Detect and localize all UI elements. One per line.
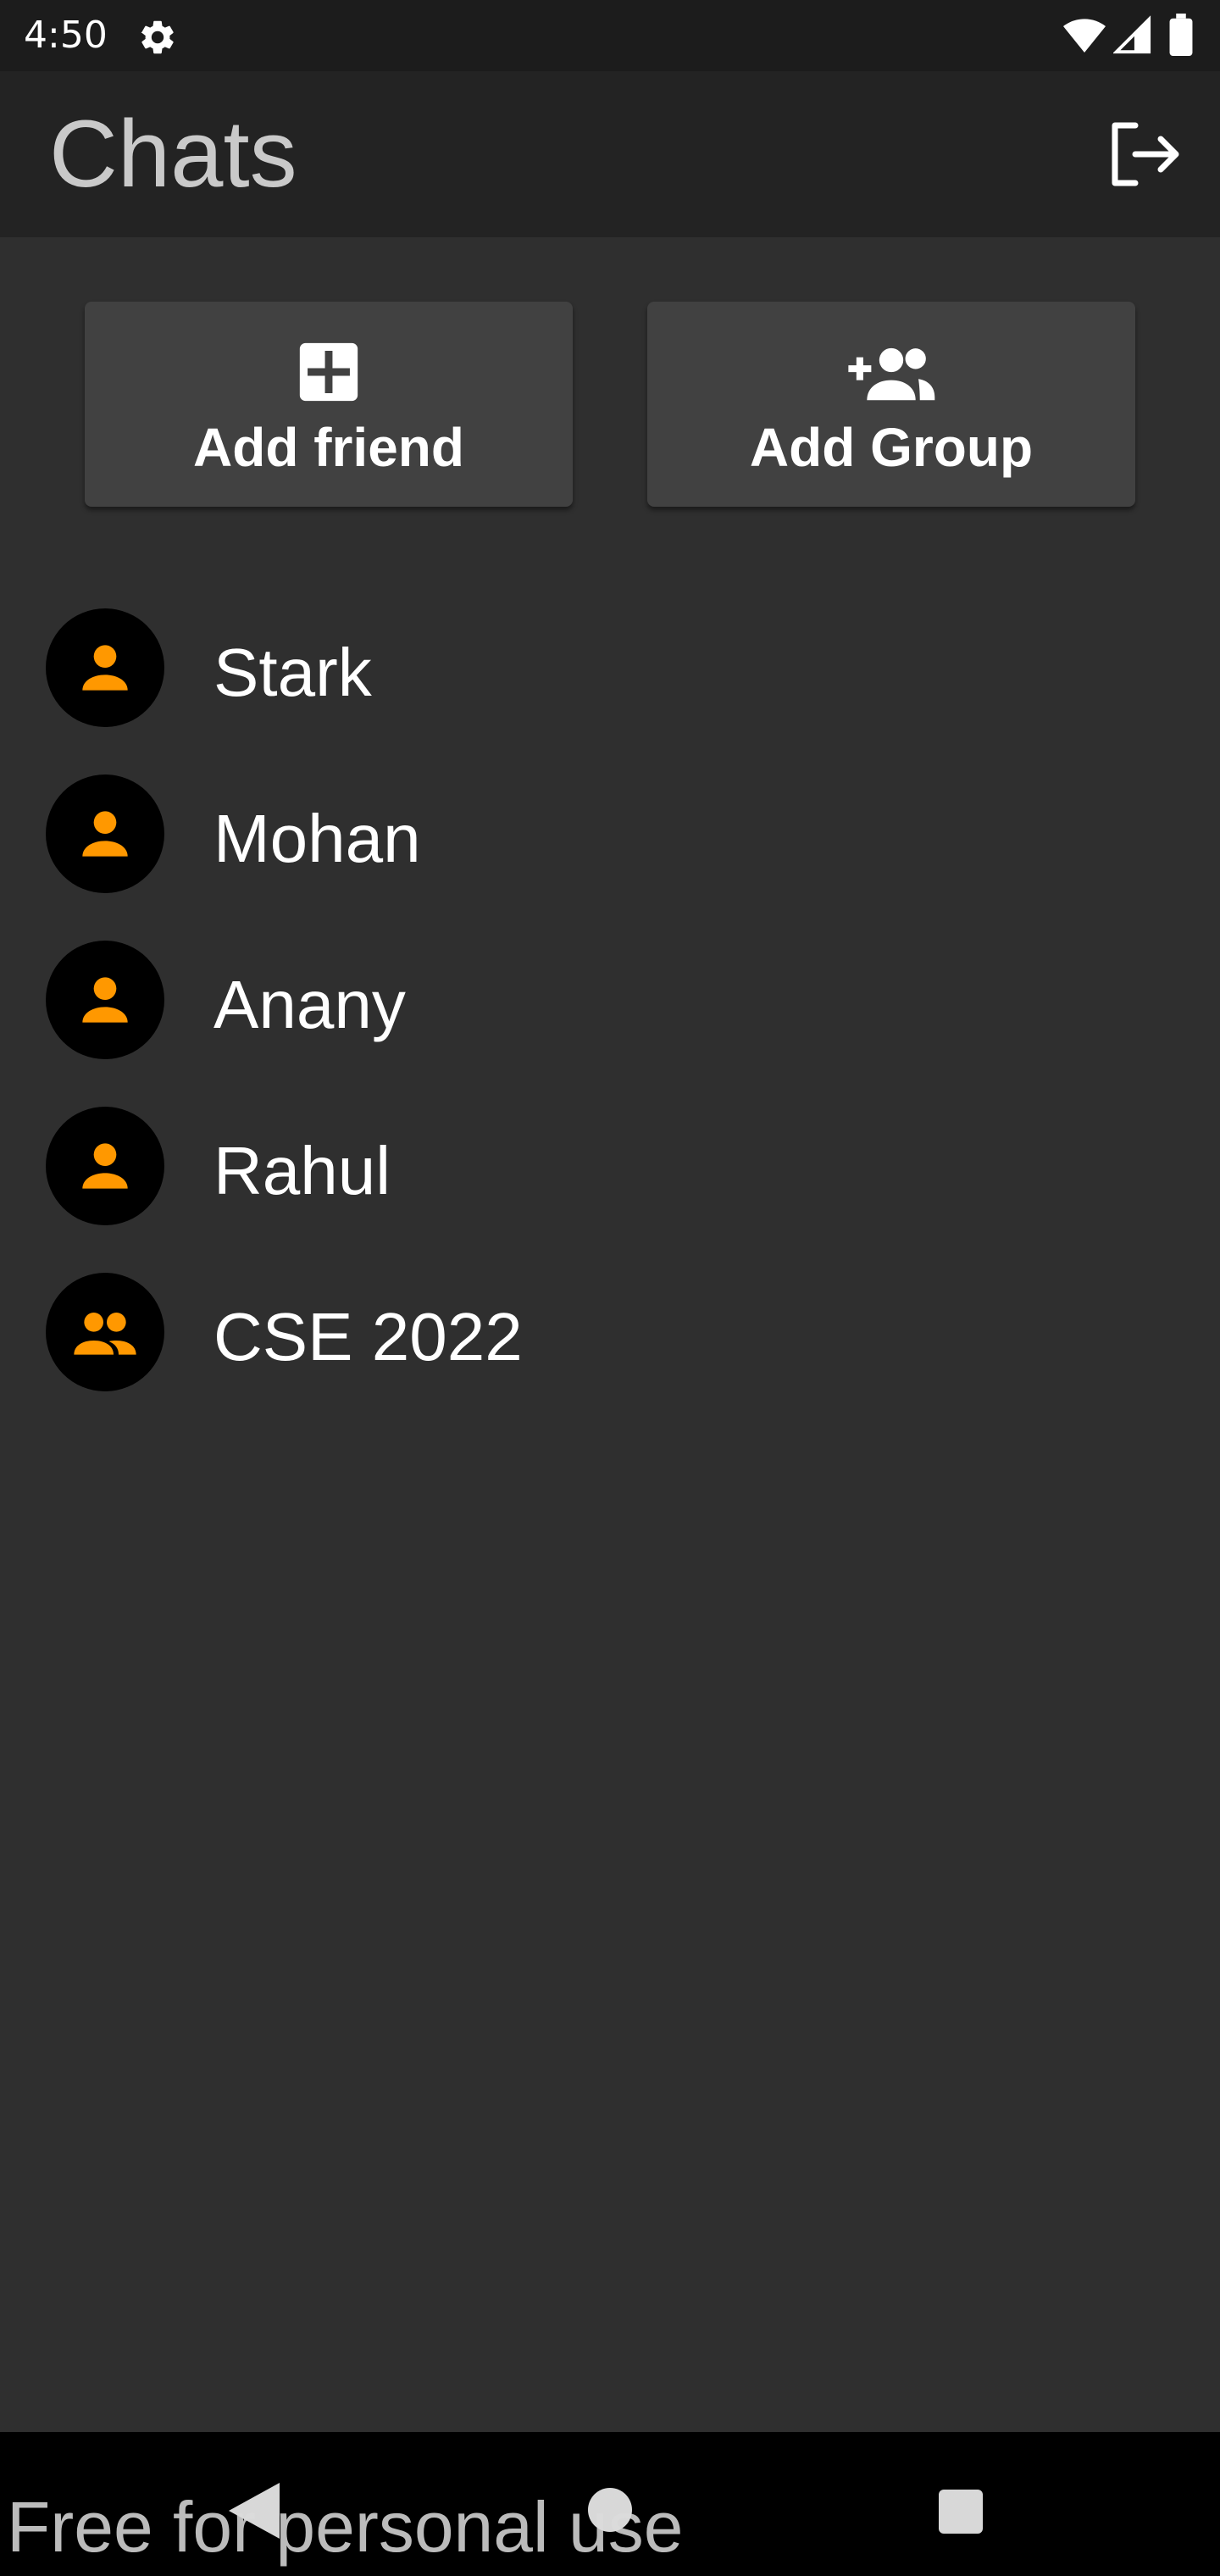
list-item[interactable]: Mohan <box>0 751 1220 917</box>
wifi-icon <box>1063 19 1106 53</box>
list-item[interactable]: Rahul <box>0 1083 1220 1249</box>
list-item[interactable]: CSE 2022 <box>0 1249 1220 1415</box>
person-icon <box>82 811 128 857</box>
group-add-icon <box>848 347 935 401</box>
add-friend-button[interactable]: Add friend <box>85 302 573 507</box>
chat-list: Stark Mohan Anany Rahul CSE 2022 <box>0 585 1220 1415</box>
settings-icon <box>141 20 174 54</box>
chat-name: Rahul <box>214 1133 391 1208</box>
page-title: Chats <box>49 101 297 207</box>
watermark: Free for personal use <box>7 2487 684 2567</box>
add-group-label: Add Group <box>749 417 1034 478</box>
status-time: 4:50 <box>24 14 108 57</box>
chat-name: Stark <box>214 635 372 710</box>
add-box-icon <box>299 342 358 402</box>
add-group-button[interactable]: Add Group <box>647 302 1135 507</box>
status-bar: 4:50 <box>0 0 1220 71</box>
logout-icon <box>1112 122 1179 186</box>
person-icon <box>82 977 128 1023</box>
avatar <box>46 608 164 727</box>
chat-name: Anany <box>214 967 406 1042</box>
app-bar: Chats <box>0 71 1220 237</box>
recents-icon[interactable] <box>939 2490 983 2534</box>
chat-name: Mohan <box>214 801 421 876</box>
list-item[interactable]: Stark <box>0 585 1220 751</box>
person-icon <box>82 1143 128 1189</box>
avatar <box>46 1273 164 1391</box>
avatar <box>46 774 164 893</box>
list-item[interactable]: Anany <box>0 917 1220 1083</box>
avatar <box>46 1107 164 1225</box>
battery-icon <box>1169 14 1193 56</box>
chat-name: CSE 2022 <box>214 1299 523 1374</box>
signal-icon <box>1113 15 1151 54</box>
avatar <box>46 941 164 1059</box>
group-icon <box>74 1313 136 1355</box>
person-icon <box>82 645 128 691</box>
logout-button[interactable] <box>1101 112 1186 197</box>
add-friend-label: Add friend <box>193 417 464 478</box>
